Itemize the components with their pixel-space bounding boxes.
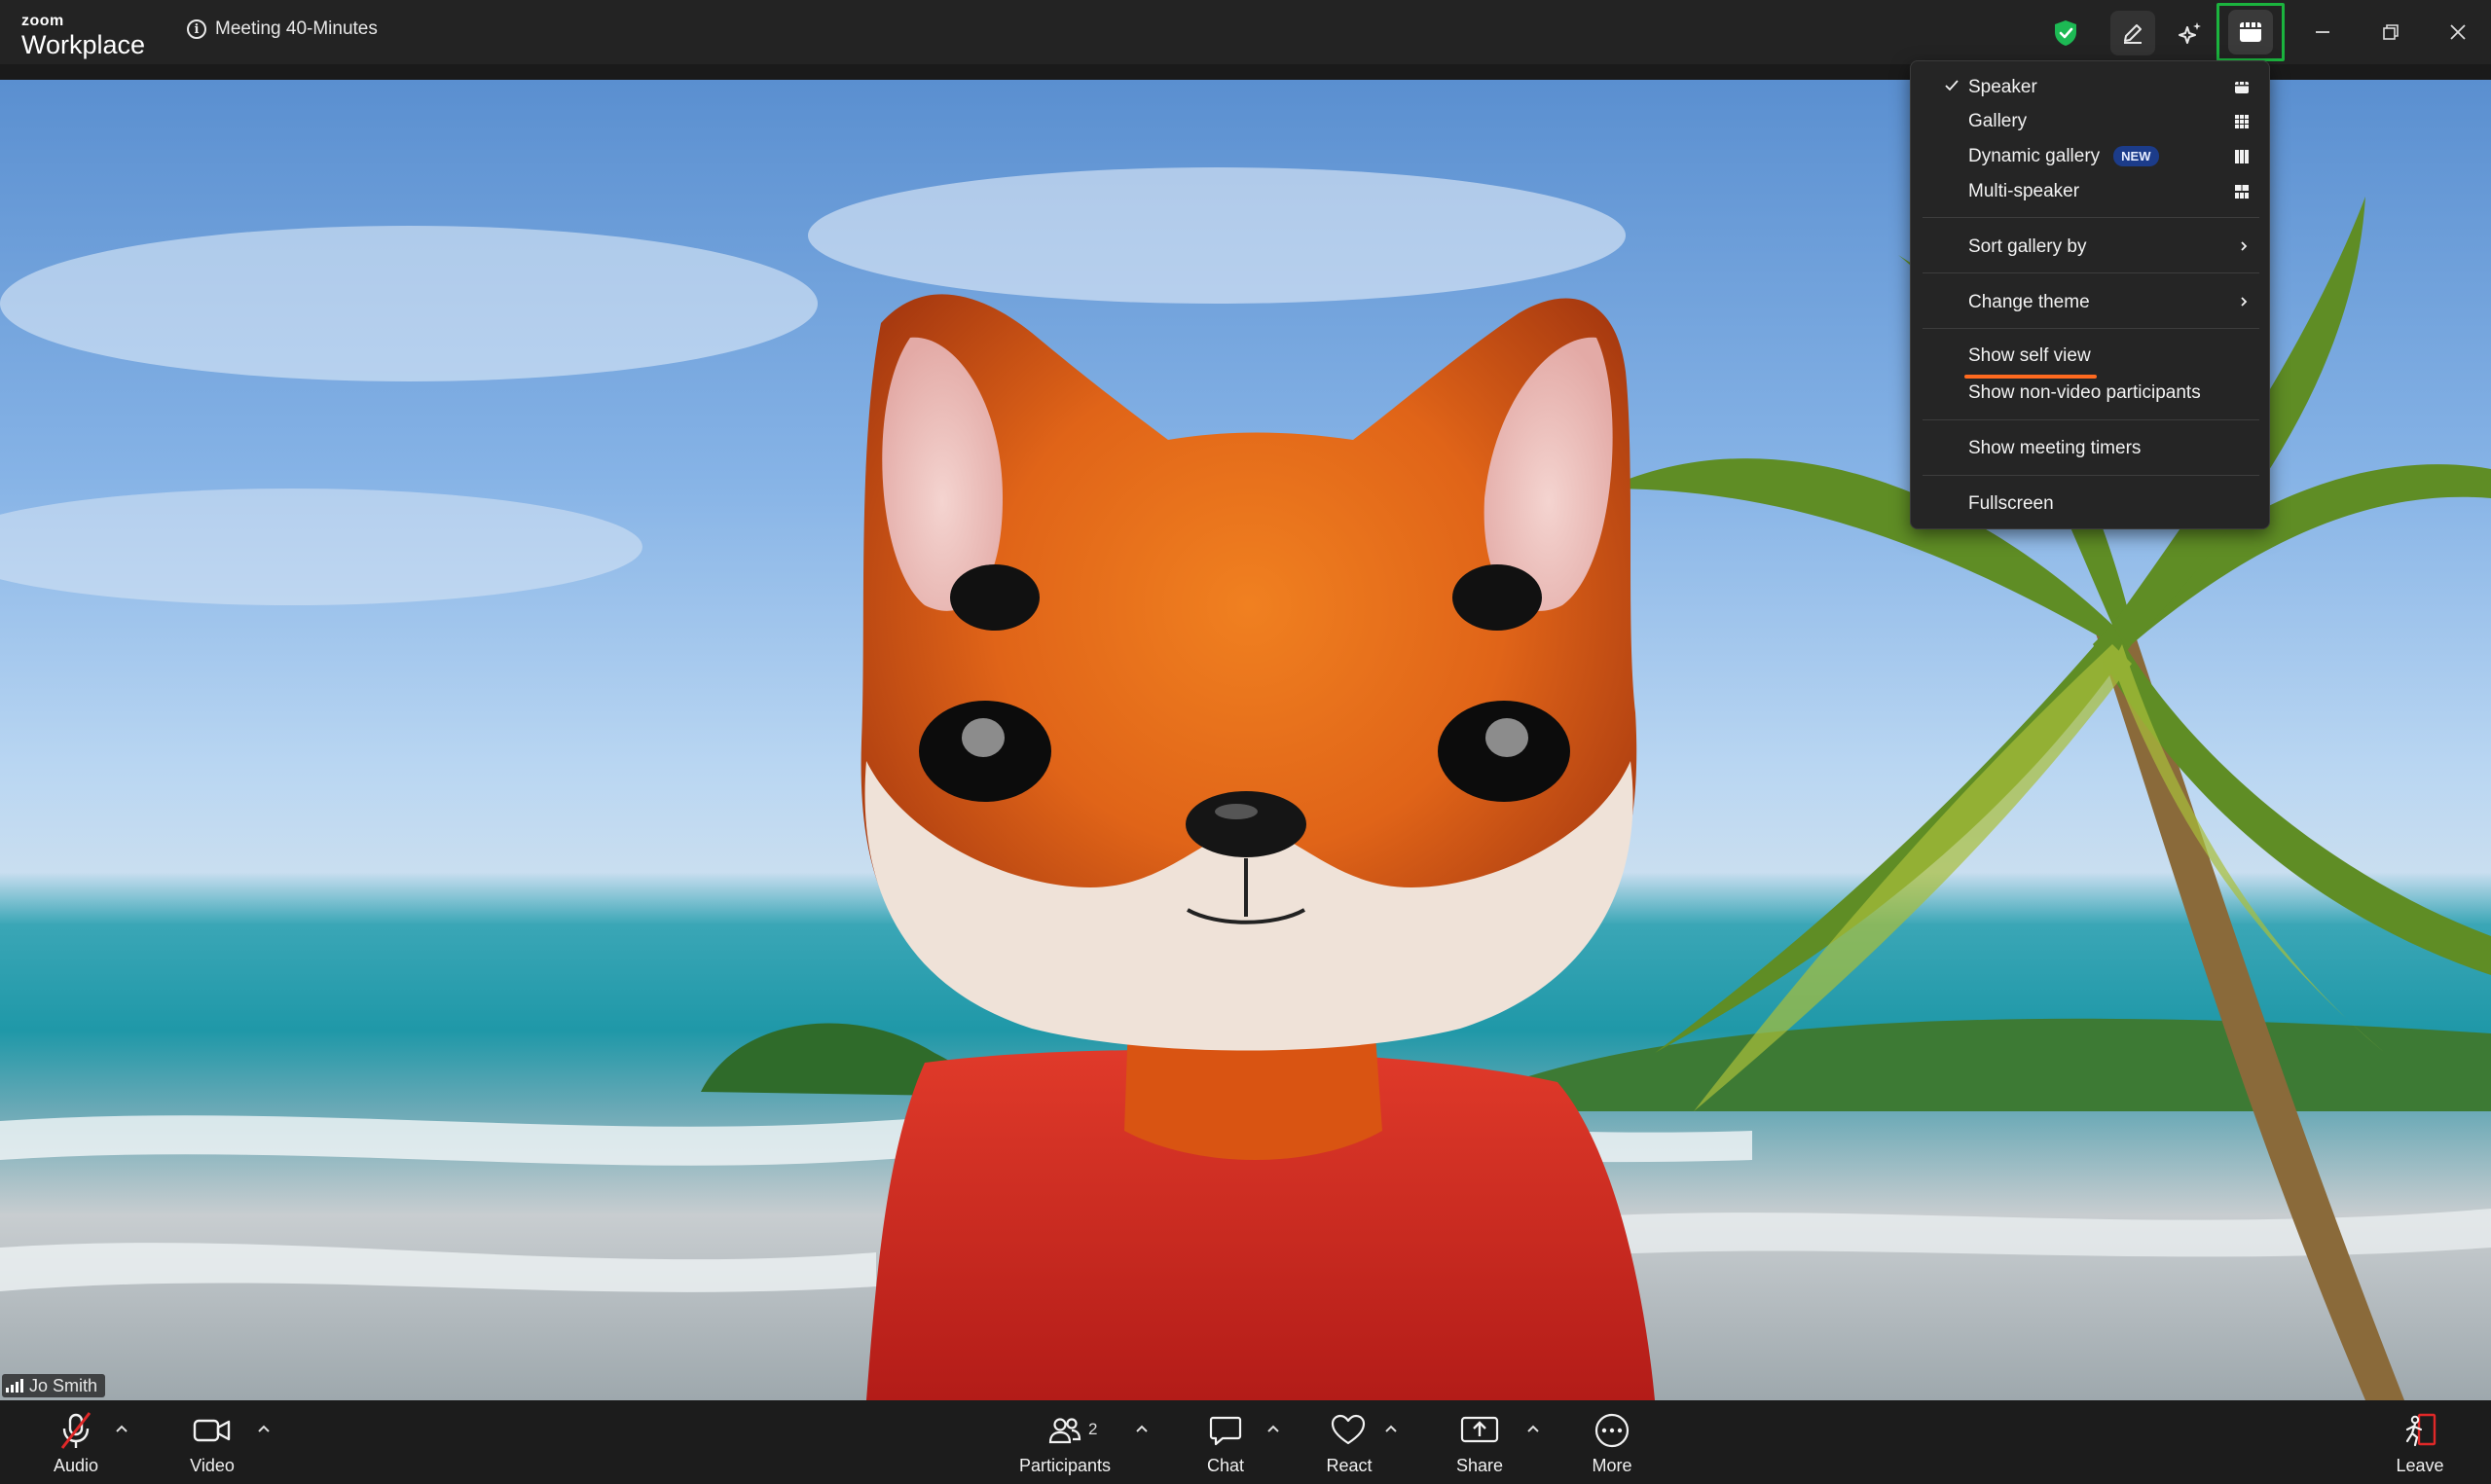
speaker-view-icon — [2240, 21, 2261, 42]
chevron-up-icon — [1527, 1425, 1539, 1432]
menu-divider — [1923, 475, 2259, 476]
react-options-caret[interactable] — [1380, 1418, 1402, 1439]
menu-item-speaker[interactable]: Speaker — [1911, 71, 2271, 104]
menu-item-fullscreen[interactable]: Fullscreen — [1911, 488, 2271, 521]
menu-item-sort-gallery[interactable]: Sort gallery by — [1911, 231, 2271, 264]
participants-options-caret[interactable] — [1131, 1418, 1153, 1439]
leave-door-icon — [2405, 1413, 2436, 1447]
chevron-right-icon — [2241, 241, 2248, 251]
menu-item-show-self-view[interactable]: Show self view — [1911, 340, 2271, 373]
multi-speaker-icon — [2235, 185, 2249, 199]
participants-label: Participants — [1018, 1456, 1112, 1475]
muted-microphone-icon — [60, 1412, 92, 1449]
dynamic-gallery-label: Dynamic gallery — [1968, 146, 2101, 166]
chevron-up-icon — [258, 1425, 270, 1432]
chat-label: Chat — [1206, 1456, 1245, 1475]
chat-options-caret[interactable] — [1263, 1418, 1284, 1439]
video-label: Video — [190, 1456, 235, 1475]
logo-zoom-text: zoom — [21, 13, 64, 29]
audio-button[interactable]: Audio — [39, 1400, 113, 1484]
participant-name: Jo Smith — [29, 1375, 98, 1395]
menu-divider — [1923, 272, 2259, 273]
share-screen-icon — [1460, 1416, 1499, 1443]
menu-item-label: Show self view — [1968, 345, 2091, 366]
minimize-icon — [2316, 31, 2329, 33]
video-options-caret[interactable] — [253, 1418, 275, 1439]
share-label: Share — [1455, 1456, 1504, 1475]
chevron-up-icon — [1267, 1425, 1279, 1432]
menu-divider — [1923, 419, 2259, 420]
more-options-icon — [1594, 1413, 1630, 1448]
title-bar: zoom Workplace i Meeting 40-Minutes — [0, 0, 2491, 64]
participant-name-tag: Jo Smith — [2, 1374, 106, 1397]
video-button[interactable]: Video — [173, 1400, 251, 1484]
restore-icon — [2383, 24, 2399, 40]
meeting-controls-toolbar: Audio Video Participants 2 Chat React Sh… — [0, 1400, 2491, 1484]
close-icon — [2450, 24, 2466, 40]
new-badge: NEW — [2113, 146, 2159, 167]
more-label: More — [1592, 1456, 1632, 1475]
zoom-meeting-window: zoom Workplace i Meeting 40-Minutes Jo S… — [0, 0, 2491, 1484]
zoom-workplace-logo: zoom Workplace — [21, 14, 145, 58]
checkmark-icon — [1945, 80, 1959, 91]
audio-options-caret[interactable] — [111, 1418, 132, 1439]
heart-reaction-icon — [1331, 1414, 1366, 1445]
participants-icon — [1048, 1418, 1081, 1444]
shield-icon — [2055, 20, 2076, 46]
meeting-info-button[interactable]: i Meeting 40-Minutes — [187, 17, 378, 42]
dynamic-gallery-icon — [2235, 150, 2249, 163]
video-camera-icon — [193, 1419, 231, 1442]
share-screen-button[interactable]: Share — [1443, 1400, 1517, 1484]
participants-button[interactable]: Participants — [1008, 1400, 1121, 1484]
menu-item-label: Show non-video participants — [1968, 382, 2201, 403]
react-button[interactable]: React — [1312, 1400, 1386, 1484]
menu-item-gallery[interactable]: Gallery — [1911, 105, 2271, 138]
menu-item-label: Fullscreen — [1968, 493, 2054, 514]
view-layout-button[interactable] — [2216, 3, 2285, 61]
speaker-layout-icon — [2235, 81, 2249, 93]
menu-item-label: Dynamic gallery NEW — [1968, 146, 2159, 167]
share-options-caret[interactable] — [1522, 1418, 1544, 1439]
pencil-icon — [2124, 24, 2142, 44]
menu-item-dynamic-gallery[interactable]: Dynamic gallery NEW — [1911, 140, 2271, 173]
menu-divider — [1923, 217, 2259, 218]
signal-strength-icon — [6, 1379, 23, 1393]
react-label: React — [1326, 1456, 1373, 1475]
ai-companion-button[interactable] — [2168, 11, 2213, 55]
menu-item-label: Show meeting timers — [1968, 438, 2142, 458]
participants-count: 2 — [1088, 1420, 1098, 1438]
menu-item-label: Speaker — [1968, 77, 2037, 97]
logo-workplace-text: Workplace — [21, 30, 146, 59]
chevron-right-icon — [2241, 297, 2248, 307]
chat-button[interactable]: Chat — [1190, 1400, 1262, 1484]
menu-item-multi-speaker[interactable]: Multi-speaker — [1911, 175, 2271, 208]
more-button[interactable]: More — [1575, 1400, 1649, 1484]
gallery-grid-icon — [2235, 115, 2249, 128]
leave-meeting-button[interactable]: Leave — [2383, 1400, 2457, 1484]
view-options-menu: Speaker Gallery Dynamic gallery NEW Multi… — [1910, 60, 2270, 529]
minimize-button[interactable] — [2300, 14, 2345, 51]
menu-item-label: Gallery — [1968, 111, 2028, 131]
info-icon: i — [187, 19, 206, 39]
audio-label: Audio — [53, 1456, 99, 1475]
chevron-up-icon — [116, 1425, 128, 1432]
menu-item-change-theme[interactable]: Change theme — [1911, 286, 2271, 319]
meeting-title: Meeting 40-Minutes — [215, 18, 378, 39]
chevron-up-icon — [1385, 1425, 1397, 1432]
restore-button[interactable] — [2368, 14, 2413, 51]
encryption-shield-button[interactable] — [2043, 11, 2088, 55]
chat-bubble-icon — [1209, 1416, 1242, 1446]
menu-item-show-meeting-timers[interactable]: Show meeting timers — [1911, 432, 2271, 465]
menu-item-label: Change theme — [1968, 292, 2090, 312]
close-window-button[interactable] — [2436, 14, 2480, 51]
menu-divider — [1923, 328, 2259, 329]
leave-label: Leave — [2396, 1456, 2444, 1475]
sparkle-icon — [2179, 22, 2201, 44]
menu-item-show-non-video[interactable]: Show non-video participants — [1911, 377, 2271, 410]
menu-item-label: Multi-speaker — [1968, 181, 2080, 201]
chevron-up-icon — [1136, 1425, 1148, 1432]
annotate-button[interactable] — [2110, 11, 2155, 55]
menu-item-label: Sort gallery by — [1968, 236, 2087, 257]
